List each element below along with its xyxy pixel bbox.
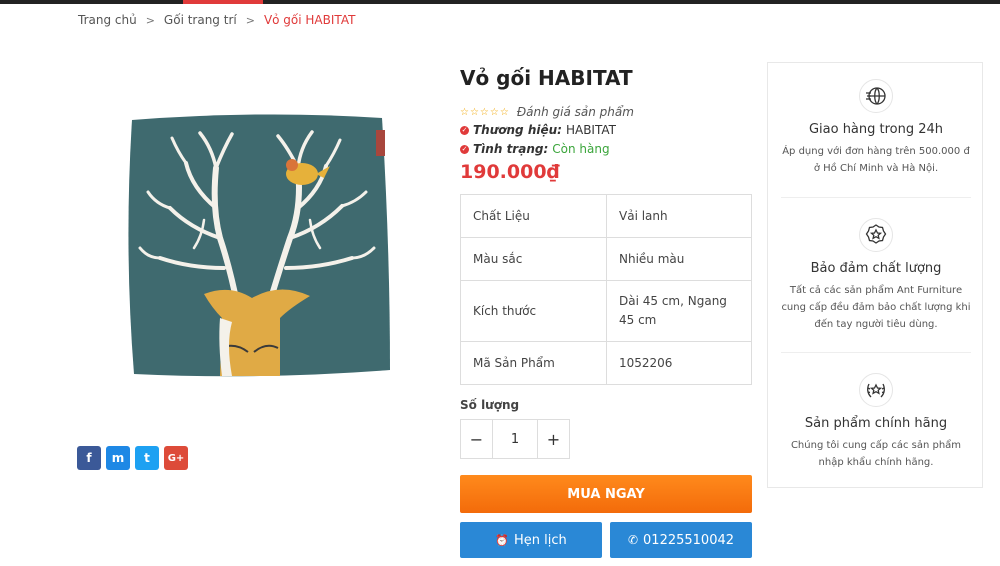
phone-icon: ✆ (627, 533, 639, 547)
breadcrumb: Trang chủ > Gối trang trí > Vỏ gối HABIT… (78, 13, 355, 27)
cushion-tag (376, 130, 385, 156)
share-buttons: f m t G+ (77, 446, 188, 470)
messenger-share-button[interactable]: m (106, 446, 130, 470)
rating-stars[interactable]: ☆☆☆☆☆ (460, 107, 510, 118)
facebook-share-button[interactable]: f (77, 446, 101, 470)
breadcrumb-separator: > (145, 13, 155, 27)
quality-badge-icon (859, 218, 893, 252)
table-row: Chất Liệu Vải lanh (460, 194, 752, 238)
brand-row: ✓ Thương hiệu: HABITAT (460, 123, 616, 137)
table-row: Màu sắc Nhiều màu (460, 237, 752, 281)
check-icon: ✓ (460, 125, 469, 135)
spec-value: 1052206 (606, 341, 752, 385)
quantity-label: Số lượng (460, 398, 520, 412)
product-rating[interactable]: ☆☆☆☆☆ Đánh giá sản phẩm (460, 105, 634, 119)
spec-key: Màu sắc (460, 237, 607, 281)
quantity-stepper: − 1 + (460, 419, 570, 459)
feature-description: Tất cả các sản phẩm Ant Furniture cung c… (781, 285, 971, 330)
divider (781, 197, 971, 198)
brand-value: HABITAT (565, 123, 616, 137)
service-features-panel: Giao hàng trong 24h Áp dụng với đơn hàng… (767, 62, 983, 488)
status-row: ✓ Tình trạng: Còn hàng (460, 142, 610, 156)
breadcrumb-current: Vỏ gối HABITAT (263, 13, 356, 27)
top-bar-accent (183, 0, 263, 4)
feature-title: Bảo đảm chất lượng (810, 261, 942, 276)
rating-label: Đánh giá sản phẩm (516, 105, 634, 119)
table-row: Kích thước Dài 45 cm, Ngang 45 cm (460, 280, 752, 342)
breadcrumb-home-link[interactable]: Trang chủ (78, 13, 137, 27)
google-plus-share-button[interactable]: G+ (164, 446, 188, 470)
product-price: 190.000₫ (460, 161, 560, 183)
spec-key: Kích thước (460, 280, 607, 342)
twitter-share-button[interactable]: t (135, 446, 159, 470)
top-bar (0, 0, 1000, 4)
spec-key: Chất Liệu (460, 194, 607, 238)
table-row: Mã Sản Phẩm 1052206 (460, 341, 752, 385)
schedule-button[interactable]: ⏰ Hẹn lịch (460, 522, 602, 558)
laurel-star-icon (859, 373, 893, 407)
buy-now-button[interactable]: MUA NGAY (460, 475, 752, 513)
divider (781, 352, 971, 353)
spec-value: Dài 45 cm, Ngang 45 cm (606, 280, 752, 342)
product-title: Vỏ gối HABITAT (460, 66, 633, 90)
quantity-increase-button[interactable]: + (538, 420, 569, 458)
phone-number: 01225510042 (643, 532, 735, 548)
schedule-button-label: Hẹn lịch (513, 532, 567, 548)
feature-description: Áp dụng với đơn hàng trên 500.000 đ ở Hồ… (782, 146, 970, 174)
product-image[interactable] (120, 108, 405, 393)
spec-value: Nhiều màu (606, 237, 752, 281)
spec-table: Chất Liệu Vải lanh Màu sắc Nhiều màu Kíc… (460, 194, 752, 385)
quantity-input[interactable]: 1 (492, 420, 538, 458)
feature-item-genuine: Sản phẩm chính hãng Chúng tôi cung cấp c… (781, 373, 971, 471)
status-value: Còn hàng (552, 142, 610, 156)
brand-label: Thương hiệu: (473, 123, 562, 137)
breadcrumb-category-link[interactable]: Gối trang trí (164, 13, 237, 27)
phone-call-button[interactable]: ✆ 01225510042 (610, 522, 752, 558)
check-icon: ✓ (460, 144, 469, 154)
status-label: Tình trạng: (473, 142, 549, 156)
feature-item-quality: Bảo đảm chất lượng Tất cả các sản phẩm A… (781, 218, 971, 333)
globe-delivery-icon (859, 79, 893, 113)
feature-item-delivery: Giao hàng trong 24h Áp dụng với đơn hàng… (781, 79, 971, 177)
feature-title: Giao hàng trong 24h (808, 122, 944, 137)
quantity-decrease-button[interactable]: − (461, 420, 492, 458)
feature-title: Sản phẩm chính hãng (804, 416, 948, 431)
spec-value: Vải lanh (606, 194, 752, 238)
feature-description: Chúng tôi cung cấp các sản phẩm nhập khẩ… (790, 440, 962, 468)
alarm-clock-icon: ⏰ (495, 533, 509, 547)
spec-key: Mã Sản Phẩm (460, 341, 607, 385)
breadcrumb-separator: > (245, 13, 255, 27)
